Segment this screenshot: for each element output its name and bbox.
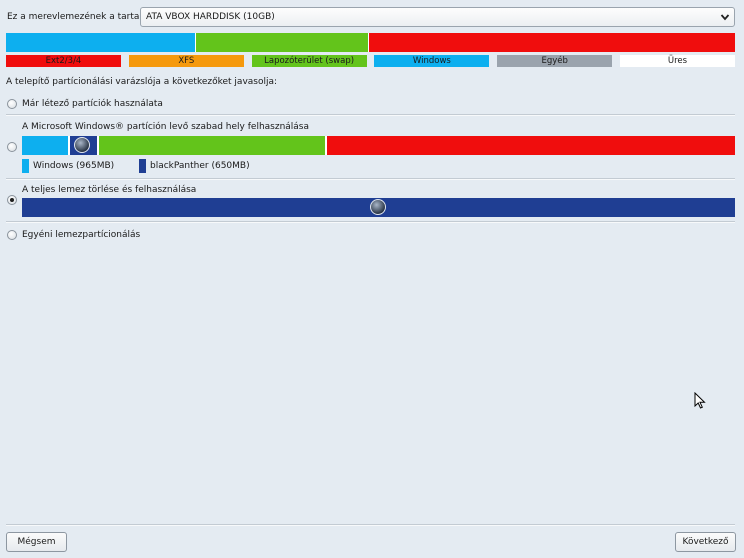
legend-item: XFS — [128, 55, 244, 67]
partition-segment — [6, 33, 196, 52]
resize-legend-label: Windows (965MB) — [33, 161, 115, 171]
current-partition-bar — [6, 33, 735, 52]
separator — [6, 178, 735, 180]
radio-custom-partitioning[interactable] — [7, 230, 17, 240]
resize-legend-swatch — [139, 159, 146, 173]
option-windows-label[interactable]: A Microsoft Windows® partíción levő szab… — [22, 122, 309, 132]
legend-item: Lapozóterület (swap) — [251, 55, 367, 67]
blackpanther-logo-icon — [74, 137, 91, 153]
erase-disk-bar — [22, 198, 735, 217]
option-custom-label[interactable]: Egyéni lemezpartícionálás — [22, 230, 140, 240]
legend-item: Egyéb — [497, 55, 613, 67]
next-button[interactable]: Következő — [675, 532, 736, 552]
separator — [6, 114, 735, 116]
chevron-down-icon — [720, 14, 730, 21]
wizard-proposal-text: A telepítő partícionálási varázslója a k… — [6, 77, 278, 87]
radio-existing-partitions[interactable] — [7, 99, 17, 109]
partition-segment — [195, 33, 369, 52]
separator — [6, 221, 735, 223]
blackpanther-logo-icon — [370, 199, 386, 215]
partition-segment — [68, 136, 97, 155]
legend-item: Windows — [374, 55, 490, 67]
disk-label: Ez a merevlemezének a tartalma — [7, 12, 157, 22]
mouse-cursor-icon — [694, 392, 706, 409]
radio-use-windows-free-space[interactable] — [7, 142, 17, 152]
partition-segment — [368, 33, 735, 52]
cancel-button[interactable]: Mégsem — [6, 532, 67, 552]
partition-segment — [96, 136, 326, 155]
legend-item: Ext2/3/4 — [6, 55, 121, 67]
option-erase-label[interactable]: A teljes lemez törlése és felhasználása — [22, 185, 196, 195]
windows-resize-bar[interactable] — [22, 136, 735, 155]
partition-segment — [22, 136, 69, 155]
resize-legend-swatch — [22, 159, 29, 173]
radio-erase-entire-disk[interactable] — [7, 195, 17, 205]
legend-item: Üres — [619, 55, 735, 67]
disk-select[interactable]: ATA VBOX HARDDISK (10GB) — [140, 7, 735, 27]
footer-separator — [6, 524, 735, 526]
option-existing-label[interactable]: Már létező partíciók használata — [22, 99, 163, 109]
disk-select-value: ATA VBOX HARDDISK (10GB) — [146, 12, 275, 22]
partition-segment — [325, 136, 735, 155]
resize-legend: Windows (965MB) blackPanther (650MB) — [22, 159, 735, 173]
partition-type-legend: Ext2/3/4 XFS Lapozóterület (swap) Windows Eg… — [6, 55, 735, 67]
resize-legend-label: blackPanther (650MB) — [150, 161, 250, 171]
